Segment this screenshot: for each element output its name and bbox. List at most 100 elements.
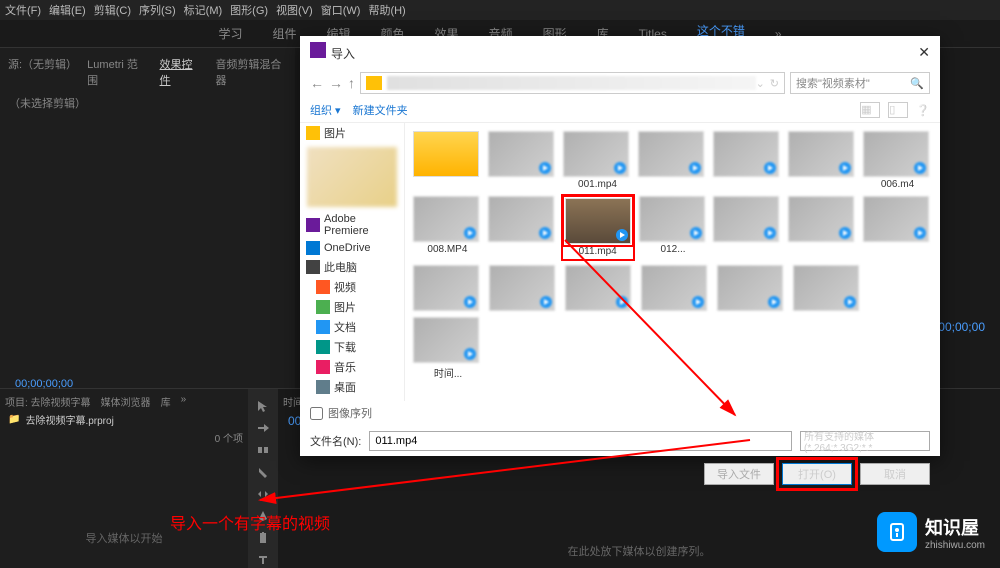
search-icon[interactable]: 🔍 (910, 77, 924, 90)
file-thumb[interactable] (638, 131, 707, 190)
dialog-sidebar: 图片 Adobe Premiere OneDrive 此电脑 视频 图片 文档 … (300, 123, 405, 401)
menu-view[interactable]: 视图(V) (276, 2, 313, 18)
ripple-tool-icon[interactable] (256, 443, 270, 457)
nav-forward-icon[interactable]: → (329, 75, 343, 91)
file-grid[interactable]: 001.mp4 006.m4 008.MP4 011.mp4 012... (405, 123, 940, 401)
organize-dropdown[interactable]: 组织 ▾ (310, 102, 341, 118)
project-item-count: 0 个项 (5, 430, 243, 445)
tab-media-browser[interactable]: 媒体浏览器 (101, 394, 151, 409)
file-thumb[interactable]: 001.mp4 (563, 131, 632, 190)
tab-effect-controls[interactable]: 效果控件 (160, 56, 201, 88)
selection-tool-icon[interactable] (256, 399, 270, 413)
menu-help[interactable]: 帮助(H) (368, 2, 405, 18)
nav-up-icon[interactable]: ↑ (348, 75, 355, 91)
preview-pane-icon[interactable]: ▯ (888, 102, 908, 118)
ws-tab-learn[interactable]: 学习 (218, 25, 242, 42)
menu-graphics[interactable]: 图形(G) (230, 2, 268, 18)
menu-file[interactable]: 文件(F) (5, 2, 41, 18)
path-dropdown-icon[interactable]: ⌄ (756, 77, 765, 90)
file-thumb[interactable] (863, 196, 932, 259)
sidebar-item-downloads[interactable]: 下载 (300, 337, 404, 357)
project-panel: 项目: 去除视频字幕 媒体浏览器 库 » 📁 去除视频字幕.prproj 0 个… (0, 389, 248, 568)
dialog-title: 导入 (331, 47, 355, 61)
menu-clip[interactable]: 剪辑(C) (94, 2, 131, 18)
logo-icon (877, 512, 917, 552)
sidebar-item-videos[interactable]: 视频 (300, 277, 404, 297)
no-clip-label: （未选择剪辑） (5, 91, 290, 115)
sidebar-item-disk-c[interactable]: 本地磁盘 (C:) (300, 397, 404, 401)
tab-more[interactable]: » (181, 394, 187, 409)
help-icon[interactable]: ❔ (916, 104, 930, 117)
project-filename: 去除视频字幕.prproj (25, 412, 113, 427)
image-sequence-label: 图像序列 (328, 405, 372, 421)
sidebar-item-thispc[interactable]: 此电脑 (300, 257, 404, 277)
file-thumb[interactable] (413, 131, 482, 190)
logo-text-cn: 知识屋 (925, 514, 985, 540)
file-thumb[interactable] (488, 131, 557, 190)
tab-lumetri[interactable]: Lumetri 范围 (87, 56, 144, 88)
sidebar-item-documents[interactable]: 文档 (300, 317, 404, 337)
file-thumb[interactable] (788, 131, 857, 190)
sidebar-item-premiere[interactable]: Adobe Premiere (300, 211, 404, 239)
filename-label: 文件名(N): (310, 433, 361, 449)
left-timecode: 00;00;00;00 (15, 378, 73, 390)
sidebar-item-music[interactable]: 音乐 (300, 357, 404, 377)
image-sequence-checkbox[interactable] (310, 407, 323, 420)
path-text (387, 76, 756, 90)
sidebar-item-pictures[interactable]: 图片 (300, 123, 404, 143)
file-thumb[interactable] (713, 131, 782, 190)
sidebar-item-pictures2[interactable]: 图片 (300, 297, 404, 317)
sidebar-item-onedrive[interactable]: OneDrive (300, 239, 404, 257)
menu-marker[interactable]: 标记(M) (184, 2, 223, 18)
open-button[interactable]: 打开(O) (782, 463, 852, 485)
folder-icon (366, 76, 382, 90)
import-dialog: 导入 ✕ ← → ↑ ⌄ ↻ 搜索"视频素材" 🔍 组织 ▾ 新建文件夹 ▦ ▯… (300, 36, 940, 456)
file-thumb[interactable]: 时间... (413, 317, 483, 380)
close-button[interactable]: ✕ (918, 44, 930, 61)
file-thumb[interactable] (641, 265, 711, 311)
menu-edit[interactable]: 编辑(E) (49, 2, 86, 18)
cancel-button[interactable]: 取消 (860, 463, 930, 485)
logo: 知识屋 zhishiwu.com (877, 512, 985, 552)
logo-text-url: zhishiwu.com (925, 540, 985, 551)
slip-tool-icon[interactable] (256, 487, 270, 501)
search-input[interactable]: 搜索"视频素材" 🔍 (790, 72, 930, 94)
project-file-icon: 📁 (8, 414, 20, 425)
track-select-tool-icon[interactable] (256, 421, 270, 435)
razor-tool-icon[interactable] (256, 465, 270, 479)
tab-library[interactable]: 库 (161, 394, 171, 409)
file-thumb[interactable] (488, 196, 557, 259)
sidebar-preview-thumb (307, 147, 397, 207)
ws-tab-assembly[interactable]: 组件 (272, 25, 296, 42)
nav-back-icon[interactable]: ← (310, 75, 324, 91)
source-panel: 源:（无剪辑） Lumetri 范围 效果控件 音频剪辑混合器 （未选择剪辑） (0, 48, 295, 388)
menubar: 文件(F) 编辑(E) 剪辑(C) 序列(S) 标记(M) 图形(G) 视图(V… (0, 0, 1000, 20)
path-input[interactable]: ⌄ ↻ (360, 72, 785, 94)
tab-audio-mixer[interactable]: 音频剪辑混合器 (215, 56, 287, 88)
sidebar-item-desktop[interactable]: 桌面 (300, 377, 404, 397)
file-type-filter[interactable]: 所有支持的媒体 (*.264;*.3G2;*.* (800, 431, 930, 451)
tab-source[interactable]: 源:（无剪辑） (8, 56, 72, 88)
file-thumb[interactable] (565, 265, 635, 311)
file-thumb[interactable] (793, 265, 863, 311)
file-thumb[interactable]: 008.MP4 (413, 196, 482, 259)
filename-input[interactable] (369, 431, 792, 451)
file-thumb-selected[interactable]: 011.mp4 (563, 196, 633, 259)
file-thumb[interactable] (413, 265, 483, 311)
menu-sequence[interactable]: 序列(S) (139, 2, 176, 18)
path-refresh-icon[interactable]: ↻ (770, 77, 779, 90)
type-tool-icon[interactable] (256, 553, 270, 567)
new-folder-button[interactable]: 新建文件夹 (353, 102, 408, 118)
file-thumb[interactable] (788, 196, 857, 259)
file-thumb[interactable]: 006.m4 (863, 131, 932, 190)
file-thumb[interactable] (713, 196, 782, 259)
premiere-icon (310, 42, 326, 58)
tab-project[interactable]: 项目: 去除视频字幕 (5, 394, 91, 409)
file-thumb[interactable]: 012... (639, 196, 708, 259)
file-thumb[interactable] (489, 265, 559, 311)
file-thumb[interactable] (717, 265, 787, 311)
menu-window[interactable]: 窗口(W) (321, 2, 361, 18)
import-folder-button[interactable]: 导入文件 (704, 463, 774, 485)
view-mode-icon[interactable]: ▦ (860, 102, 880, 118)
annotation-text: 导入一个有字幕的视频 (170, 510, 330, 534)
